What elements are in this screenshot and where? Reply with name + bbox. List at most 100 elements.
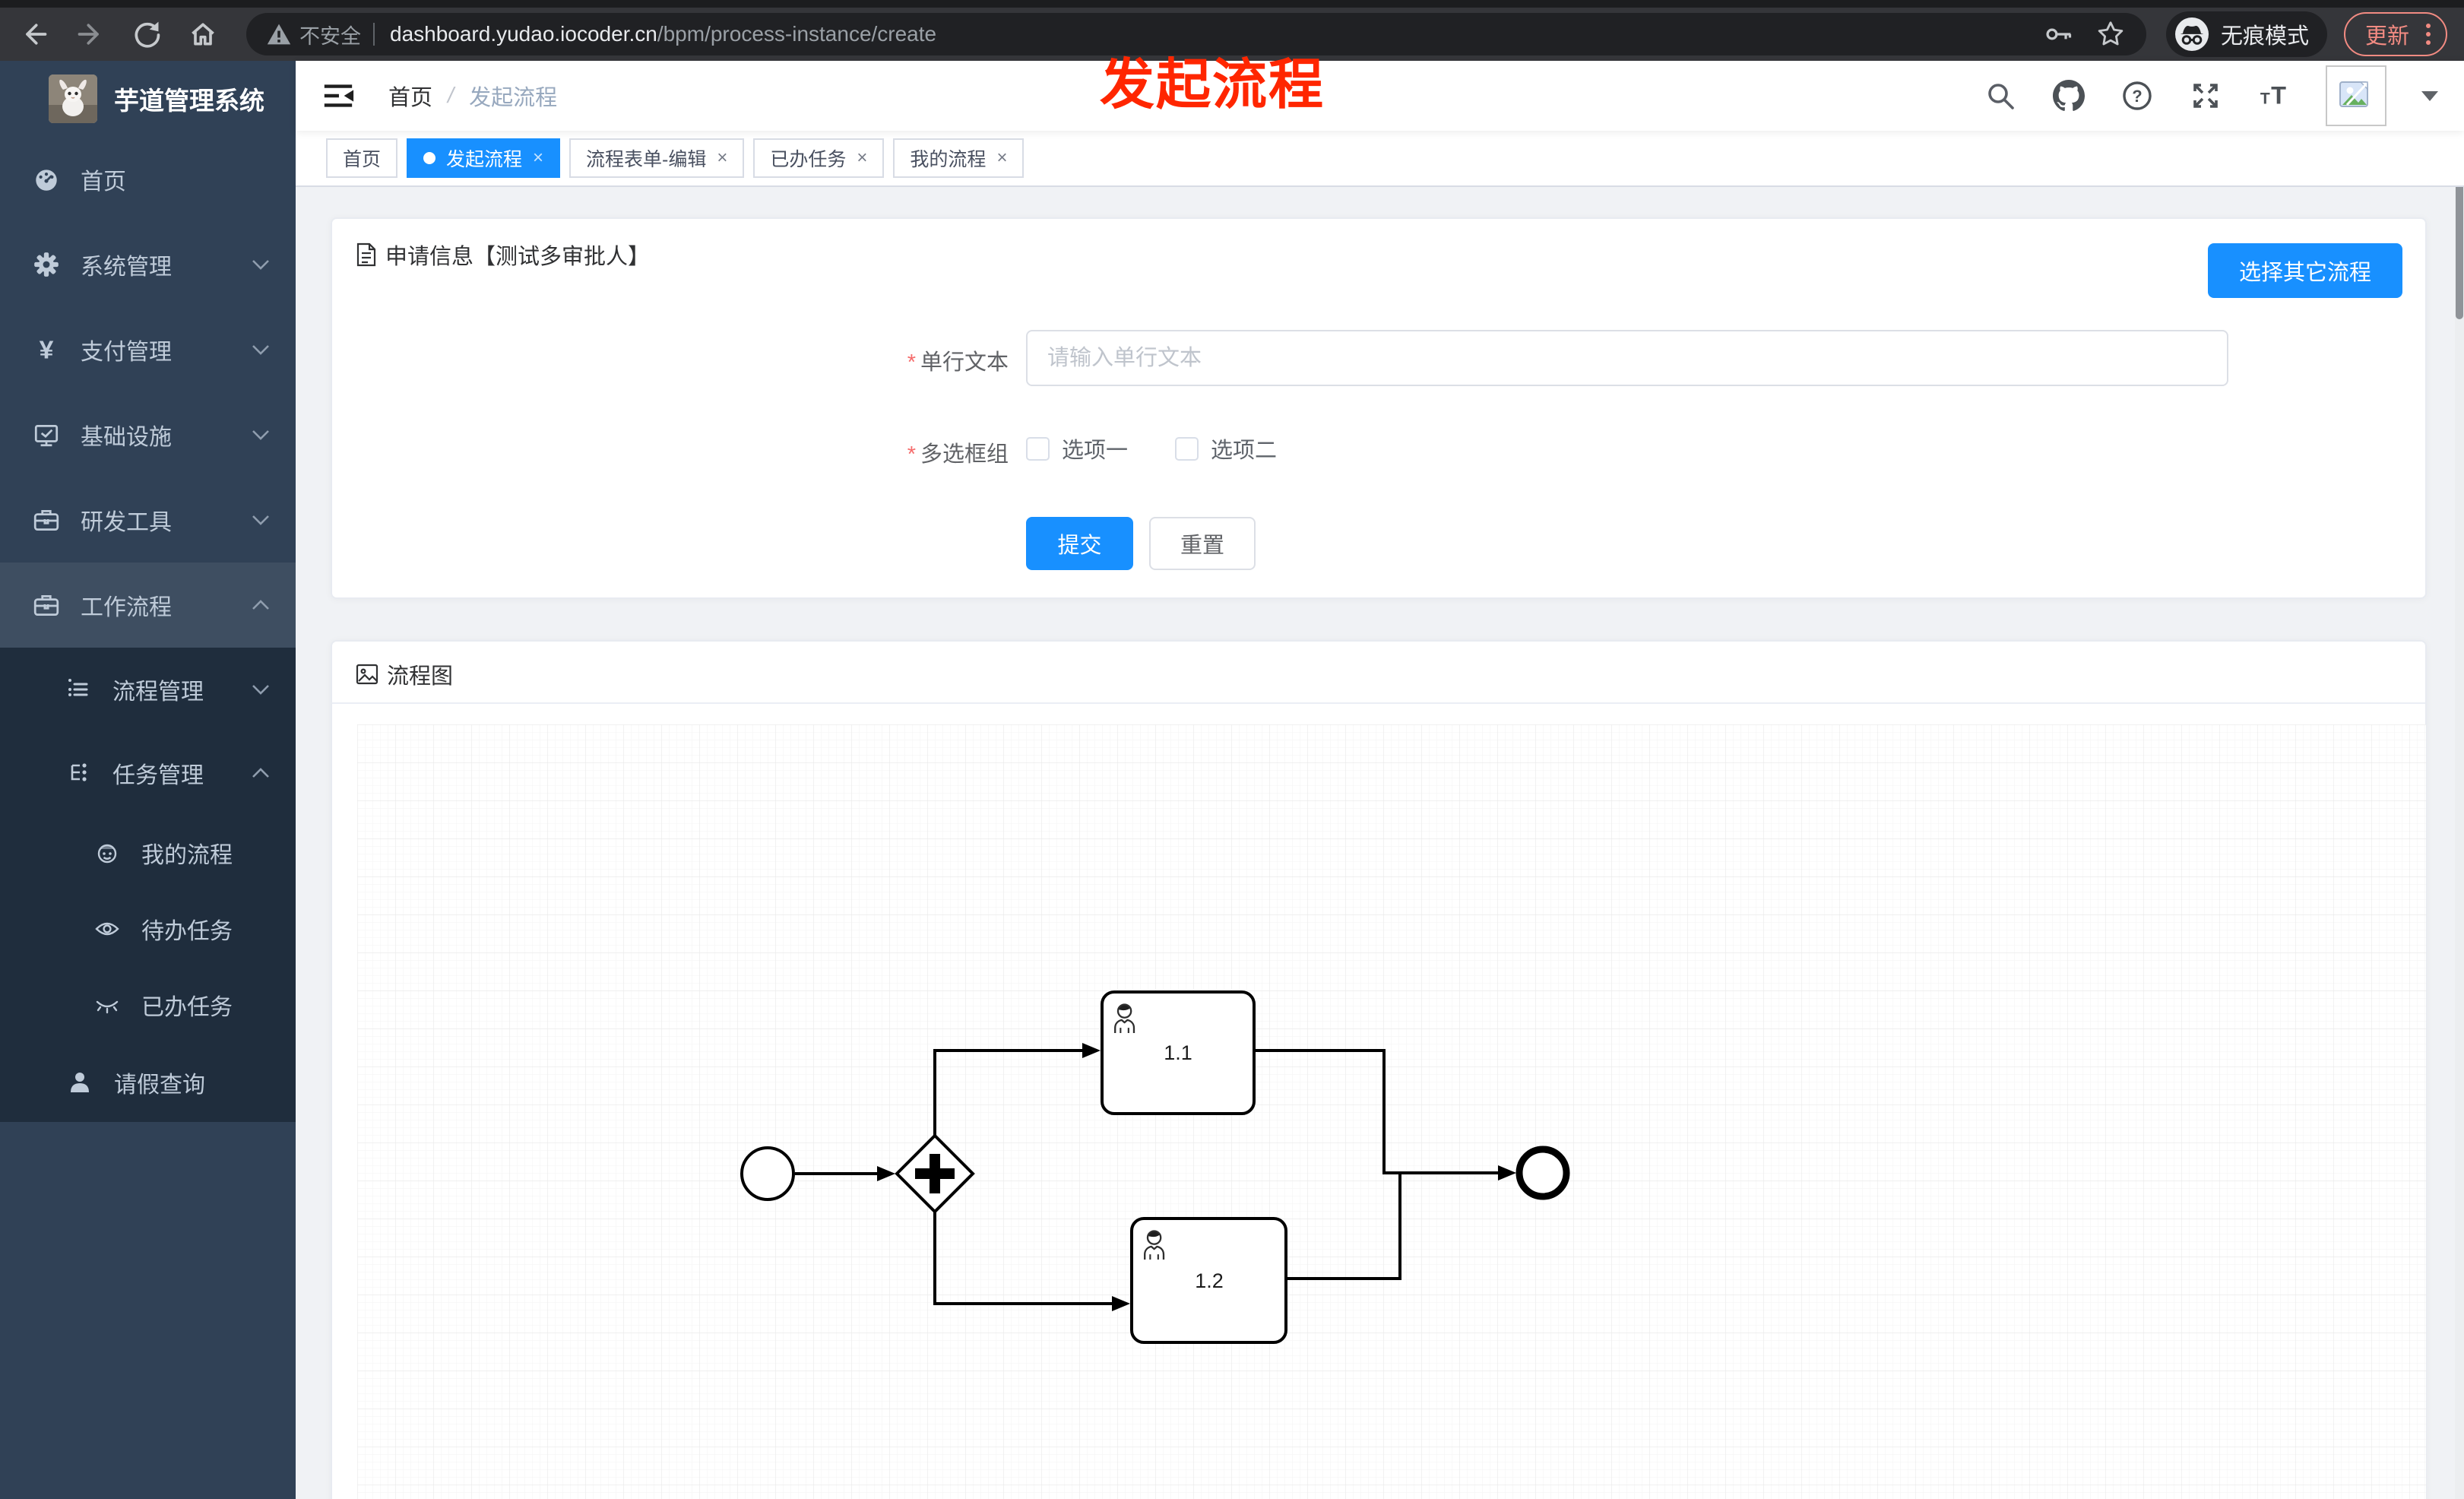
workflow-submenu: 流程管理 任务管理 我的流程 待办任务 已办任务 请假查询 (0, 648, 296, 1122)
browser-back-icon[interactable] (17, 17, 52, 52)
sidebar-item-task-management[interactable]: 任务管理 (0, 731, 296, 815)
svg-text:T: T (2271, 82, 2286, 109)
chevron-down-icon (252, 429, 270, 440)
tab-home[interactable]: 首页 (326, 138, 398, 178)
sidebar-item-label: 支付管理 (81, 340, 172, 365)
tab-label: 首页 (343, 149, 382, 170)
close-icon[interactable]: × (857, 147, 867, 169)
face-icon (93, 838, 122, 867)
person-icon (65, 1068, 94, 1097)
app-logo-image (49, 74, 97, 123)
font-size-icon[interactable]: TT (2257, 79, 2291, 113)
reset-button[interactable]: 重置 (1149, 517, 1256, 570)
required-asterisk: * (907, 350, 916, 375)
breadcrumb-home[interactable]: 首页 (388, 80, 432, 112)
chevron-down-icon (252, 344, 270, 355)
single-line-text-input[interactable] (1026, 330, 2228, 386)
sidebar: 芋道管理系统 首页 系统管理 ¥ 支付管理 基础设施 研发工具 工作流程 流程管… (0, 61, 296, 1499)
diagram-grid-major (357, 724, 2426, 1499)
gear-icon (32, 250, 61, 279)
tab-process-form-edit[interactable]: 流程表单-编辑 × (569, 138, 745, 178)
sidebar-item-infrastructure[interactable]: 基础设施 (0, 392, 296, 477)
sidebar-item-label: 研发工具 (81, 510, 172, 535)
tab-done-tasks[interactable]: 已办任务 × (753, 138, 885, 178)
page-scrollbar[interactable] (2455, 61, 2464, 1499)
tree-icon (64, 759, 93, 788)
diagram-title-row: 流程图 (355, 658, 453, 690)
card-header-divider (332, 702, 2425, 704)
tags-view-bar: 首页 发起流程 × 流程表单-编辑 × 已办任务 × 我的流程 × (296, 131, 2464, 187)
app-logo-row[interactable]: 芋道管理系统 (0, 61, 296, 137)
help-icon[interactable]: ? (2120, 79, 2154, 113)
checkbox-option-2-label[interactable]: 选项二 (1211, 433, 1277, 464)
github-icon[interactable] (2052, 79, 2086, 113)
fullscreen-icon[interactable] (2189, 79, 2222, 113)
apply-info-card: 申请信息【测试多审批人】 选择其它流程 *单行文本 *多选框组 选项一 选项二 … (331, 217, 2427, 599)
url-text[interactable]: dashboard.yudao.iocoder.cn/bpm/process-i… (390, 22, 936, 46)
sidebar-item-label: 我的流程 (141, 843, 233, 868)
avatar[interactable] (2326, 65, 2386, 126)
checkbox-group: 选项一 选项二 (1026, 424, 1277, 473)
app-title: 芋道管理系统 (114, 87, 264, 115)
sidebar-item-label: 基础设施 (81, 425, 172, 450)
user-task-1-1[interactable]: 1.1 (1101, 990, 1256, 1115)
eye-icon (93, 914, 122, 943)
chevron-up-icon (252, 768, 270, 778)
close-icon[interactable]: × (533, 147, 543, 169)
tab-label: 已办任务 (770, 149, 847, 170)
bpmn-canvas-wrap: 1.1 1.2 (357, 724, 2426, 1499)
close-icon[interactable]: × (996, 147, 1007, 169)
tab-my-process[interactable]: 我的流程 × (893, 138, 1025, 178)
process-diagram-canvas[interactable]: 1.1 1.2 (357, 724, 2426, 1499)
sidebar-item-workflow[interactable]: 工作流程 (0, 563, 296, 648)
dashboard-icon (32, 165, 61, 194)
sidebar-item-todo-tasks[interactable]: 待办任务 (0, 891, 296, 967)
task-label: 1.1 (1164, 1041, 1192, 1064)
process-diagram-card: 流程图 1.1 1.2 (331, 640, 2427, 1499)
tab-label: 流程表单-编辑 (586, 149, 707, 170)
sidebar-item-process-management[interactable]: 流程管理 (0, 648, 296, 731)
update-label[interactable]: 更新 (2365, 18, 2409, 50)
bookmark-star-icon[interactable] (2095, 18, 2127, 50)
annotation-title: 发起流程 (1100, 55, 1325, 116)
password-key-icon[interactable] (2043, 18, 2075, 50)
sidebar-item-leave-query[interactable]: 请假查询 (0, 1043, 296, 1122)
browser-menu-icon[interactable] (2426, 24, 2431, 45)
active-tab-dot (423, 152, 436, 164)
sidebar-item-home[interactable]: 首页 (0, 137, 296, 222)
checkbox-option-1[interactable] (1026, 436, 1050, 461)
sidebar-item-dev-tools[interactable]: 研发工具 (0, 477, 296, 563)
breadcrumb-current: 发起流程 (469, 86, 558, 110)
browser-forward-icon[interactable] (73, 17, 108, 52)
sidebar-item-system[interactable]: 系统管理 (0, 222, 296, 307)
avatar-dropdown-caret[interactable] (2421, 90, 2438, 101)
sidebar-collapse-icon[interactable] (321, 79, 355, 113)
browser-reload-icon[interactable] (129, 17, 164, 52)
checkbox-option-2[interactable] (1175, 436, 1199, 461)
image-icon (355, 663, 379, 686)
sidebar-item-done-tasks[interactable]: 已办任务 (0, 967, 296, 1043)
sidebar-item-payment[interactable]: ¥ 支付管理 (0, 307, 296, 392)
close-icon[interactable]: × (717, 147, 727, 169)
sidebar-item-label: 待办任务 (141, 919, 233, 944)
choose-other-process-button[interactable]: 选择其它流程 (2208, 243, 2402, 298)
svg-text:¥: ¥ (40, 336, 54, 364)
start-event-node[interactable] (740, 1146, 795, 1201)
checkbox-option-1-label[interactable]: 选项一 (1062, 433, 1128, 464)
briefcase-icon (32, 505, 61, 534)
end-event-node[interactable] (1515, 1146, 1570, 1200)
incognito-label: 无痕模式 (2220, 24, 2309, 49)
tab-label: 我的流程 (910, 149, 987, 170)
search-icon[interactable] (1984, 79, 2017, 113)
svg-text:T: T (2260, 90, 2270, 108)
security-warning-icon[interactable] (266, 21, 292, 47)
submit-button[interactable]: 提交 (1026, 517, 1133, 570)
sidebar-item-my-process[interactable]: 我的流程 (0, 815, 296, 891)
browser-update-button[interactable]: 更新 (2343, 12, 2447, 56)
security-label[interactable]: 不安全 (299, 20, 361, 49)
task-label: 1.2 (1195, 1269, 1224, 1292)
diagram-title: 流程图 (387, 664, 454, 689)
browser-home-icon[interactable] (185, 17, 220, 52)
tab-start-process[interactable]: 发起流程 × (407, 138, 561, 178)
user-task-1-2[interactable]: 1.2 (1130, 1217, 1287, 1344)
